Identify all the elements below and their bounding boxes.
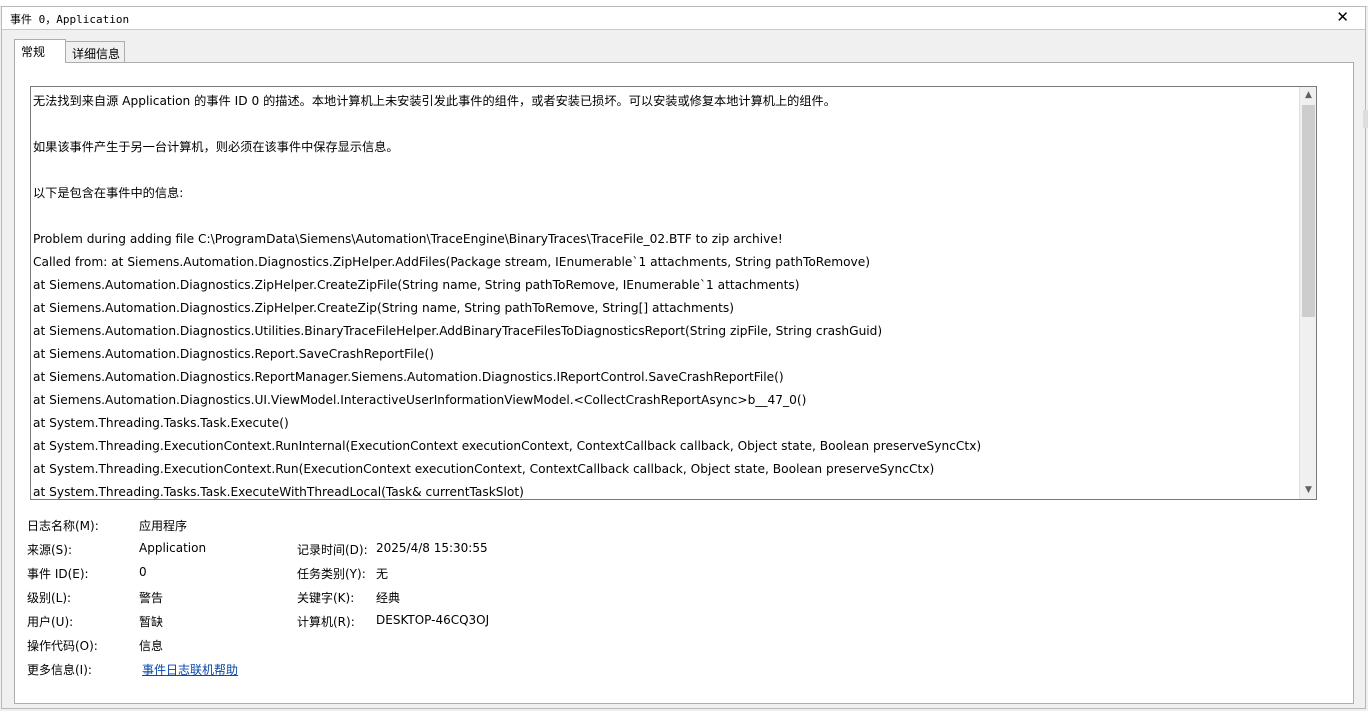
window-title: 事件 0，Application (10, 13, 130, 26)
computer-value: DESKTOP-46CQ3OJ (376, 613, 490, 627)
event-id-label: 事件 ID(E): (27, 567, 89, 581)
event-id-value: 0 (139, 565, 147, 579)
logged-value: 2025/4/8 15:30:55 (376, 541, 488, 555)
computer-label: 计算机(R): (297, 615, 355, 629)
title-bar: 事件 0，Application ✕ (2, 7, 1365, 30)
source-label: 来源(S): (27, 543, 73, 557)
description-line: at System.Threading.ExecutionContext.Run… (33, 439, 982, 453)
user-value: 暂缺 (139, 615, 164, 629)
user-label: 用户(U): (27, 615, 74, 629)
event-description-text: 无法找到来自源 Application 的事件 ID 0 的描述。本地计算机上未… (33, 90, 1299, 499)
description-line: at Siemens.Automation.Diagnostics.Utilit… (33, 324, 883, 338)
description-line: at Siemens.Automation.Diagnostics.Report… (33, 347, 435, 361)
logged-label: 记录时间(D): (297, 543, 368, 557)
general-tab-panel: 无法找到来自源 Application 的事件 ID 0 的描述。本地计算机上未… (14, 62, 1354, 704)
scroll-up-icon[interactable]: ▲ (1300, 87, 1316, 104)
task-category-value: 无 (376, 567, 389, 581)
description-line: at Siemens.Automation.Diagnostics.Report… (33, 370, 784, 384)
level-label: 级别(L): (27, 591, 72, 605)
more-info-label: 更多信息(I): (27, 663, 92, 677)
source-value: Application (139, 541, 207, 555)
window-edge-fragment (1363, 110, 1368, 128)
description-line: 无法找到来自源 Application 的事件 ID 0 的描述。本地计算机上未… (33, 94, 836, 108)
description-line (33, 159, 1299, 182)
description-line: at System.Threading.ExecutionContext.Run… (33, 462, 935, 476)
scrollbar-thumb[interactable] (1302, 105, 1315, 317)
description-line (33, 113, 1299, 136)
vertical-scrollbar[interactable]: ▲ ▼ (1299, 87, 1316, 499)
description-line: 如果该事件产生于另一台计算机，则必须在该事件中保存显示信息。 (33, 140, 399, 154)
level-value: 警告 (139, 591, 164, 605)
description-line: at Siemens.Automation.Diagnostics.ZipHel… (33, 278, 800, 292)
description-line: Problem during adding file C:\ProgramDat… (33, 232, 783, 246)
opcode-label: 操作代码(O): (27, 639, 98, 653)
tab-details[interactable]: 详细信息 (65, 41, 125, 63)
event-description-textbox[interactable]: 无法找到来自源 Application 的事件 ID 0 的描述。本地计算机上未… (30, 86, 1317, 500)
keywords-label: 关键字(K): (297, 591, 355, 605)
log-name-label: 日志名称(M): (27, 519, 99, 533)
event-properties-window: 事件 0，Application ✕ 常规 详细信息 无法找到来自源 Appli… (1, 6, 1366, 709)
description-line: 以下是包含在事件中的信息: (33, 186, 184, 200)
keywords-value: 经典 (376, 591, 401, 605)
description-line: at Siemens.Automation.Diagnostics.UI.Vie… (33, 393, 807, 407)
tab-general[interactable]: 常规 (14, 39, 66, 63)
log-name-value: 应用程序 (139, 519, 188, 533)
task-category-label: 任务类别(Y): (297, 567, 366, 581)
description-line: Called from: at Siemens.Automation.Diagn… (33, 255, 870, 269)
description-line (33, 205, 1299, 228)
close-icon[interactable]: ✕ (1336, 8, 1349, 26)
event-log-online-help-link[interactable]: 事件日志联机帮助 (142, 661, 238, 678)
description-line: at Siemens.Automation.Diagnostics.ZipHel… (33, 301, 734, 315)
opcode-value: 信息 (139, 639, 164, 653)
scroll-down-icon[interactable]: ▼ (1300, 482, 1316, 499)
description-line: at System.Threading.Tasks.Task.ExecuteWi… (33, 485, 524, 499)
description-line: at System.Threading.Tasks.Task.Execute() (33, 416, 289, 430)
